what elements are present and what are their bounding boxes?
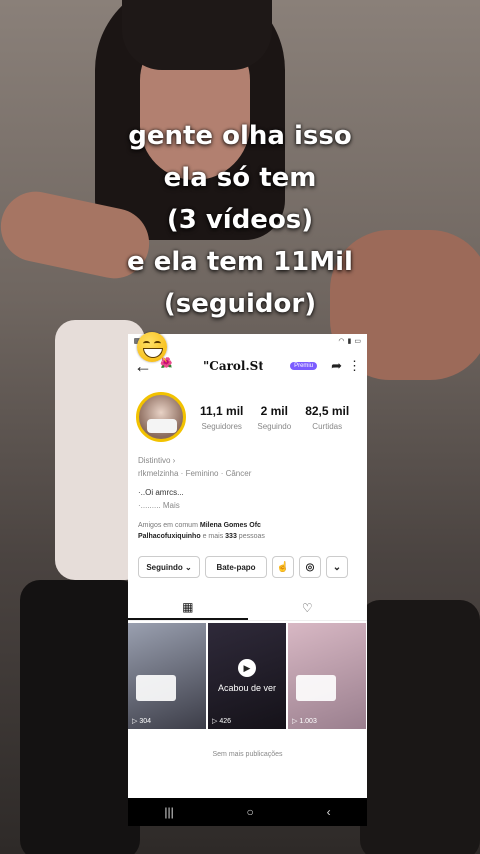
thumbnail-image	[136, 675, 176, 701]
instagram-icon[interactable]: ◎	[299, 556, 321, 578]
emoji-icon: 🌺	[160, 358, 173, 369]
bio-more[interactable]: ·......... Mais	[138, 499, 357, 512]
chat-button[interactable]: Bate-papo	[205, 556, 267, 578]
followers-count: 11,1 mil	[200, 403, 244, 418]
mutual-friend-name: Palhacofuxiquinho	[138, 533, 201, 540]
video-tile[interactable]: ▷ 304	[128, 623, 206, 729]
profile-bio: Distintivo › rlkmelzinha · Feminino · Câ…	[128, 442, 367, 512]
wifi-icon: ◠	[338, 338, 345, 345]
liked-tab-icon[interactable]: ♡	[248, 596, 368, 620]
view-count: ▷ 304	[132, 718, 152, 725]
home-icon[interactable]: ○	[247, 805, 254, 819]
mutuals-count: 333	[225, 533, 237, 540]
signal-icon: ▮	[347, 338, 352, 345]
following-label: Seguindo	[257, 421, 292, 431]
caption-line: (3 vídeos)	[166, 205, 314, 235]
play-icon: ▶	[238, 659, 256, 677]
followers-label: Seguidores	[201, 421, 242, 431]
caption-line: (seguidor)	[163, 289, 317, 319]
no-more-posts: Sem mais publicações	[212, 751, 283, 758]
video-grid: ▷ 304 ▶ Acabou de ver ▷ 426 ▷ 1.003	[128, 623, 367, 729]
recents-icon[interactable]: |||	[164, 805, 173, 819]
bio-badge[interactable]: Distintivo ›	[138, 454, 357, 467]
profile-screenshot: ◠ ▮ ▭ ← 🌺 "Carol.St Premiu ➦ ⋮ 11,1 mil …	[128, 334, 367, 826]
bio-line: ·..Oi amrcs...	[138, 488, 184, 497]
video-tile[interactable]: ▷ 1.003	[288, 623, 366, 729]
profile-tabs: ▦ ♡	[128, 596, 367, 621]
caption-line: e ela tem 11Mil	[127, 247, 353, 277]
battery-icon: ▭	[354, 338, 361, 345]
profile-stats: 11,1 mil Seguidores 2 mil Seguindo 82,5 …	[200, 404, 349, 431]
mutuals-suffix: e mais	[202, 533, 224, 540]
video-tile[interactable]: ▶ Acabou de ver ▷ 426	[208, 623, 286, 729]
likes-count: 82,5 mil	[305, 403, 350, 418]
back-icon[interactable]: ‹	[327, 805, 331, 819]
mutuals-suffix: pessoas	[238, 533, 265, 540]
thumbnail-image	[296, 675, 336, 701]
caption-line: gente olha isso	[128, 121, 352, 151]
watched-label: Acabou de ver	[217, 683, 277, 693]
likes-label: Curtidas	[312, 421, 343, 431]
hand-icon[interactable]: ☝	[272, 556, 294, 578]
android-nav-bar: ||| ○ ‹	[128, 798, 367, 826]
followers-stat[interactable]: 11,1 mil Seguidores	[200, 404, 243, 431]
profile-actions: Seguindo ⌄ Bate-papo ☝ ◎ ⌄	[128, 542, 367, 578]
grid-tab-icon[interactable]: ▦	[128, 596, 248, 620]
mutual-friends[interactable]: Amigos em comum Milena Gomes Ofc Palhaco…	[128, 512, 367, 542]
profile-username: "Carol.St	[203, 359, 264, 373]
following-button[interactable]: Seguindo ⌄	[138, 556, 200, 578]
premium-badge: Premiu	[290, 362, 318, 370]
view-count: ▷ 1.003	[292, 718, 317, 725]
view-count: ▷ 426	[212, 718, 232, 725]
following-stat[interactable]: 2 mil Seguindo	[257, 404, 291, 431]
bio-meta: rlkmelzinha · Feminino · Câncer	[138, 469, 252, 478]
profile-avatar[interactable]	[136, 392, 186, 442]
chevron-down-icon[interactable]: ⌄	[326, 556, 348, 578]
following-count: 2 mil	[260, 403, 288, 418]
likes-stat: 82,5 mil Curtidas	[305, 404, 349, 431]
more-options-icon[interactable]: ⋮	[348, 358, 361, 374]
video-caption: gente olha isso ela só tem (3 vídeos) e …	[0, 115, 480, 325]
mutual-friend-name: Milena Gomes Ofc	[199, 522, 261, 529]
mutuals-prefix: Amigos em comum	[138, 522, 198, 529]
share-icon[interactable]: ➦	[331, 358, 342, 374]
grinning-emoji-icon	[137, 332, 167, 362]
caption-line: ela só tem	[163, 163, 317, 193]
